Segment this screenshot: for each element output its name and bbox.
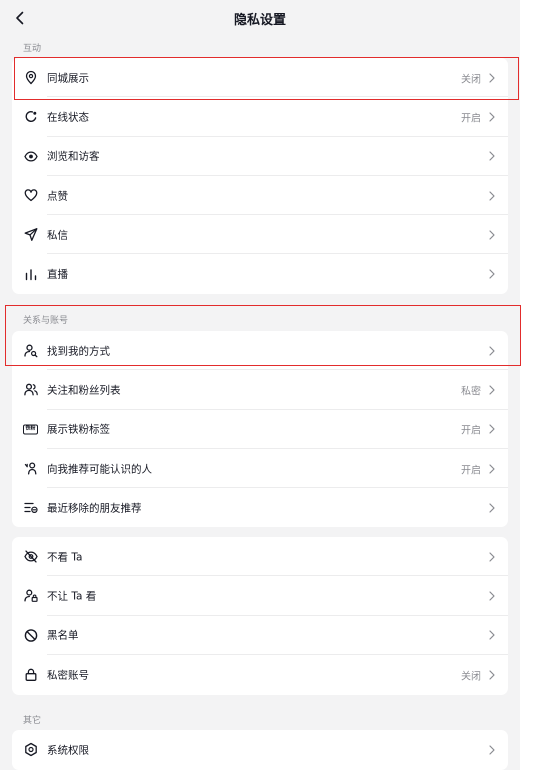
- row-label: 点赞: [47, 190, 68, 203]
- fan-badge-icon: 铁粉: [23, 422, 38, 437]
- highlight-box-nearby-display: [14, 57, 519, 100]
- chevron-right-icon: [487, 111, 497, 123]
- settings-group-blocking: 不看 Ta 不让 Ta 看 黑名单 私密账号 关闭: [12, 537, 508, 695]
- row-private-account[interactable]: 私密账号 关闭: [12, 655, 508, 694]
- row-label: 在线状态: [47, 111, 89, 124]
- row-label: 系统权限: [47, 744, 89, 757]
- nav-bar: 隐私设置: [0, 0, 520, 36]
- chevron-right-icon: [487, 669, 497, 681]
- chevron-right-icon: [487, 423, 497, 435]
- row-messages[interactable]: 私信: [12, 215, 508, 255]
- chevron-right-icon: [487, 190, 497, 202]
- row-label: 不看 Ta: [47, 551, 83, 564]
- send-icon: [23, 227, 38, 242]
- chevron-right-icon: [487, 502, 497, 514]
- row-hide-their-content[interactable]: 不看 Ta: [12, 537, 508, 577]
- users-icon: [23, 382, 38, 397]
- row-removed-friends[interactable]: 最近移除的朋友推荐: [12, 488, 508, 527]
- row-label: 最近移除的朋友推荐: [47, 502, 142, 515]
- section-label-other: 其它: [23, 716, 42, 726]
- chevron-right-icon: [487, 268, 497, 280]
- eye-icon: [23, 149, 38, 164]
- row-live[interactable]: 直播: [12, 254, 508, 293]
- row-value: 关闭: [461, 671, 481, 683]
- user-lock-icon: [23, 588, 38, 603]
- row-value: 开启: [461, 113, 481, 125]
- row-likes[interactable]: 点赞: [12, 176, 508, 216]
- row-value: 开启: [461, 465, 481, 477]
- row-blacklist[interactable]: 黑名单: [12, 616, 508, 655]
- row-hide-my-content[interactable]: 不让 Ta 看: [12, 576, 508, 616]
- row-views-visitors[interactable]: 浏览和访客: [12, 137, 508, 176]
- row-label: 关注和粉丝列表: [47, 384, 121, 397]
- live-bars-icon: [23, 267, 38, 282]
- row-label: 私密账号: [47, 669, 89, 682]
- chevron-right-icon: [487, 629, 497, 641]
- row-fan-badge[interactable]: 铁粉 展示铁粉标签 开启: [12, 410, 508, 449]
- chevron-right-icon: [487, 463, 497, 475]
- page-title: 隐私设置: [233, 13, 286, 28]
- system-permission-icon: [23, 742, 38, 757]
- row-label: 向我推荐可能认识的人: [47, 463, 152, 476]
- chevron-right-icon: [487, 384, 497, 396]
- row-label: 浏览和访客: [47, 150, 100, 163]
- row-follow-fans-list[interactable]: 关注和粉丝列表 私密: [12, 370, 508, 410]
- chevron-right-icon: [487, 551, 497, 563]
- lock-icon: [23, 667, 38, 682]
- block-icon: [23, 628, 38, 643]
- row-value: 私密: [461, 386, 481, 398]
- row-label: 直播: [47, 268, 68, 281]
- row-label: 黑名单: [47, 629, 79, 642]
- online-status-icon: [23, 109, 38, 124]
- recommend-user-icon: [23, 461, 38, 476]
- eye-off-icon: [23, 549, 38, 564]
- row-online-status[interactable]: 在线状态 开启: [12, 97, 508, 137]
- row-recommend-people[interactable]: 向我推荐可能认识的人 开启: [12, 449, 508, 489]
- removed-friends-icon: [23, 500, 38, 515]
- chevron-right-icon: [487, 744, 497, 756]
- chevron-right-icon: [487, 229, 497, 241]
- row-label: 展示铁粉标签: [47, 423, 110, 436]
- highlight-box-find-me: [5, 305, 521, 366]
- row-label: 不让 Ta 看: [47, 590, 97, 603]
- chevron-right-icon: [487, 590, 497, 602]
- heart-icon: [23, 188, 38, 203]
- row-system-permissions[interactable]: 系统权限: [12, 730, 508, 769]
- row-label: 私信: [47, 229, 68, 242]
- row-value: 开启: [461, 425, 481, 437]
- settings-group-other: 系统权限: [12, 730, 508, 770]
- chevron-right-icon: [487, 150, 497, 162]
- section-label-interaction: 互动: [23, 44, 42, 54]
- privacy-settings-page: 隐私设置 互动 同城展示 关闭 在线状态 开启 浏览和访客 点赞 私信 直播 关…: [0, 0, 520, 770]
- screen: 隐私设置 互动 同城展示 关闭 在线状态 开启 浏览和访客 点赞 私信 直播 关…: [0, 0, 534, 770]
